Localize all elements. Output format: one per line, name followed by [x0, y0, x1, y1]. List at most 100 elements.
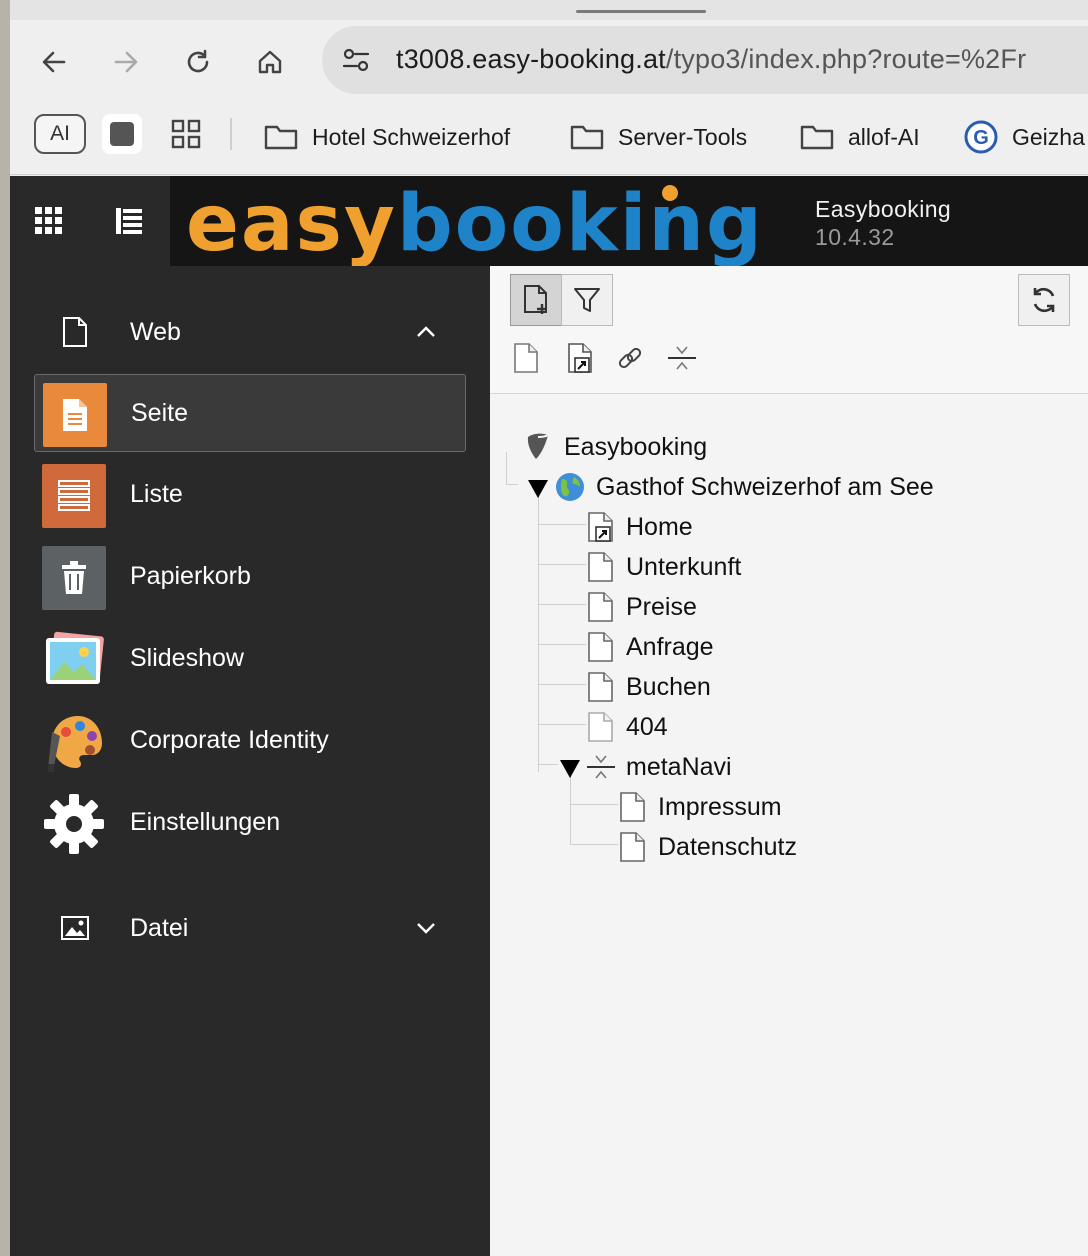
filter-button[interactable] — [561, 274, 613, 326]
site-version: 10.4.32 — [815, 224, 895, 250]
forward-icon[interactable] — [108, 44, 144, 80]
page-module-icon — [43, 383, 107, 447]
image-outline-icon — [60, 912, 90, 944]
reload-icon[interactable] — [180, 44, 216, 80]
module-einstellungen[interactable]: Einstellungen — [34, 784, 466, 862]
module-slideshow[interactable]: Slideshow — [34, 620, 466, 698]
drag-link-icon[interactable] — [612, 340, 648, 376]
hidden-page-icon — [588, 712, 613, 742]
drag-shortcut-icon[interactable] — [562, 340, 598, 376]
list-module-icon — [42, 464, 106, 528]
address-bar[interactable]: t3008.easy-booking.at/typo3/index.php?ro… — [322, 26, 1088, 94]
tree-node-metanavi[interactable]: metaNavi — [586, 750, 732, 784]
page-icon — [620, 832, 645, 862]
expand-triangle-icon[interactable] — [528, 480, 548, 498]
site-settings-icon[interactable] — [340, 44, 372, 76]
tree-node-anfrage[interactable]: Anfrage — [586, 630, 714, 664]
new-page-toggle-button[interactable] — [510, 274, 562, 326]
tree-node-label: Buchen — [626, 672, 711, 701]
module-label: Papierkorb — [130, 562, 251, 590]
folder-icon — [570, 125, 604, 150]
bookmark-hotel-schweizerhof[interactable]: Hotel Schweizerhof — [264, 120, 510, 154]
screen: t3008.easy-booking.at/typo3/index.php?ro… — [0, 0, 1088, 1256]
tree-node-label: 404 — [626, 712, 668, 741]
backend-topbar: easybooking Easybooking 10.4.32 — [10, 176, 1088, 266]
active-tab-indicator[interactable] — [576, 10, 706, 13]
tree-root-easybooking[interactable]: Easybooking — [522, 430, 707, 464]
module-group-label: Web — [130, 318, 181, 346]
module-corporate-identity[interactable]: Corporate Identity — [34, 702, 466, 780]
tree-node-impressum[interactable]: Impressum — [618, 790, 782, 824]
folder-icon — [264, 125, 298, 150]
module-seite[interactable]: Seite — [34, 374, 466, 452]
drag-spacer-icon[interactable] — [664, 340, 700, 376]
refresh-tree-button[interactable] — [1018, 274, 1070, 326]
module-label: Slideshow — [130, 644, 244, 672]
home-icon[interactable] — [252, 44, 288, 80]
tree-node-site[interactable]: Gasthof Schweizerhof am See — [554, 470, 934, 504]
chevron-up-icon[interactable] — [414, 320, 438, 344]
bookmark-server-tools[interactable]: Server-Tools — [570, 120, 747, 154]
tree-node-label: Unterkunft — [626, 552, 742, 581]
page-icon — [620, 792, 645, 822]
page-icon — [588, 632, 613, 662]
tree-node-404[interactable]: 404 — [586, 710, 668, 744]
tree-node-label: metaNavi — [626, 752, 732, 781]
tree-toggle-icon[interactable] — [114, 206, 144, 236]
url-path: /typo3/index.php?route=%2Fr — [665, 44, 1027, 74]
bookmark-allof-ai[interactable]: allof-AI — [800, 120, 920, 154]
ai-extension-button[interactable]: AI — [34, 114, 86, 154]
tree-node-buchen[interactable]: Buchen — [586, 670, 711, 704]
module-papierkorb[interactable]: Papierkorb — [34, 538, 466, 616]
apps-grid-icon[interactable] — [170, 118, 202, 150]
tree-node-home[interactable]: Home — [586, 510, 693, 544]
typo3-backend: easybooking Easybooking 10.4.32 Web Seit… — [10, 176, 1088, 1256]
module-group-label: Datei — [130, 914, 189, 942]
shortcut-page-icon — [588, 512, 613, 542]
module-label: Corporate Identity — [130, 726, 329, 754]
tree-node-unterkunft[interactable]: Unterkunft — [586, 550, 741, 584]
module-liste[interactable]: Liste — [34, 456, 466, 534]
bookmark-label: allof-AI — [848, 123, 920, 150]
module-menu-toggle-icon[interactable] — [34, 206, 64, 236]
spacer-icon — [587, 755, 615, 779]
palette-icon — [42, 710, 106, 774]
module-group-datei[interactable]: Datei — [10, 898, 490, 958]
back-icon[interactable] — [36, 44, 72, 80]
tree-node-label: Gasthof Schweizerhof am See — [596, 472, 934, 501]
page-add-icon — [524, 285, 547, 314]
module-label: Seite — [131, 399, 188, 427]
tree-node-datenschutz[interactable]: Datenschutz — [618, 830, 797, 864]
filter-icon — [574, 288, 600, 312]
tree-node-preise[interactable]: Preise — [586, 590, 697, 624]
module-label: Einstellungen — [130, 808, 281, 836]
chevron-down-icon[interactable] — [414, 916, 438, 940]
page-icon — [588, 592, 613, 622]
drag-new-page-icon[interactable] — [508, 340, 544, 376]
slideshow-icon — [42, 628, 106, 692]
bookmark-label: Geizha — [1012, 123, 1085, 150]
tree-node-label: Impressum — [658, 792, 782, 821]
tree-node-label: Easybooking — [564, 432, 708, 461]
module-menu: Web Seite Liste Papierkorb Slideshow Cor… — [10, 266, 490, 1256]
globe-icon — [556, 473, 584, 501]
page-icon — [588, 672, 613, 702]
tree-node-label: Anfrage — [626, 632, 714, 661]
bookmark-geizhals[interactable]: G Geizha — [964, 120, 1085, 154]
refresh-icon — [1033, 287, 1055, 313]
module-label: Liste — [130, 480, 183, 508]
browser-toolbar: t3008.easy-booking.at/typo3/index.php?ro… — [10, 20, 1088, 100]
trash-icon — [42, 546, 106, 610]
url-text: t3008.easy-booking.at/typo3/index.php?ro… — [396, 44, 1026, 75]
bookmark-label: Server-Tools — [618, 123, 748, 150]
bookmarks-divider — [230, 118, 232, 150]
geizhals-icon: G — [964, 120, 998, 154]
tree-node-label: Home — [626, 512, 693, 541]
extension-square-icon[interactable] — [102, 114, 142, 154]
folder-icon — [800, 125, 834, 150]
page-tree-panel: Easybooking Gasthof Schweizerhof am See … — [490, 266, 1088, 1256]
svg-text:G: G — [973, 127, 989, 149]
module-group-web[interactable]: Web — [10, 302, 490, 362]
gear-icon — [42, 792, 106, 856]
expand-triangle-icon[interactable] — [560, 760, 580, 778]
